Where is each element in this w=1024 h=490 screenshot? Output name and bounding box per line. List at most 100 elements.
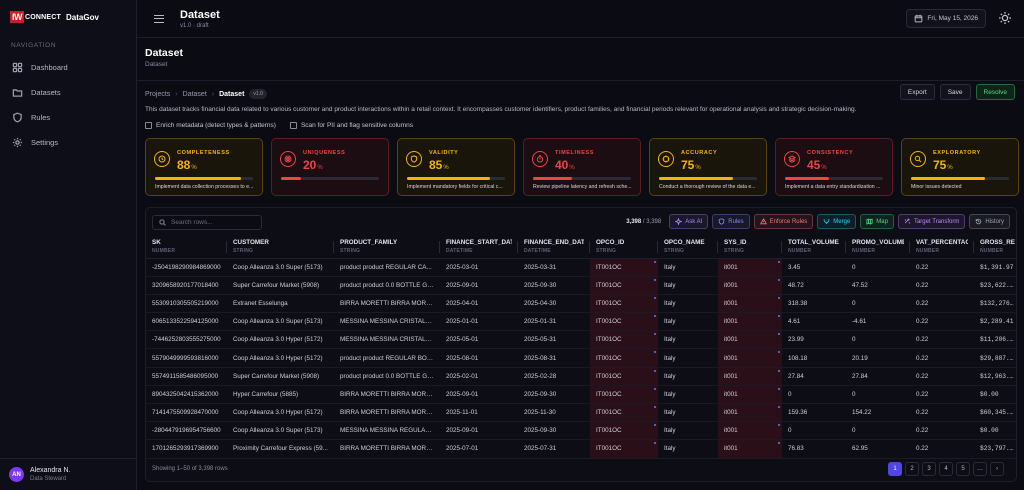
table-cell[interactable]: 159.36 [782,403,846,423]
table-cell[interactable]: Extranet Esselunga [227,294,334,314]
table-cell[interactable]: MESSINA MESSINA REGULAR B... [334,421,440,441]
table-cell[interactable]: 2025-04-30 [518,294,590,314]
page-button[interactable]: 2 [905,462,919,476]
table-cell[interactable]: 0 [846,385,910,405]
column-header-opco-id[interactable]: OPCO_ID STRING [590,236,658,259]
table-cell[interactable]: Italy [658,439,718,459]
table-cell[interactable]: 0.22 [910,276,974,295]
table-cell[interactable]: Italy [658,330,718,350]
table-cell[interactable]: product product 0.0 BOTTLE GI... [334,276,440,295]
target-transform-button[interactable]: Target Transform [897,214,966,229]
table-cell[interactable]: IT001OC [590,312,658,332]
table-cell[interactable]: Italy [658,367,718,386]
table-cell[interactable]: 1701265293917369900 [146,439,227,459]
table-cell[interactable]: 318.38 [782,294,846,314]
table-cell[interactable]: Italy [658,294,718,314]
table-cell[interactable]: 2025-07-01 [440,439,518,459]
table-cell[interactable]: 0 [782,385,846,405]
table-row[interactable]: -7446252803555275000 Coop Alleanza 3.0 Hy… [146,330,1016,350]
enforce-rules-button[interactable]: Enforce Rules [753,214,814,229]
table-cell[interactable]: 108.18 [782,348,846,368]
table-row[interactable]: -2804479196954756600 Coop Alleanza 3.0 Su… [146,421,1016,441]
table-cell[interactable]: $132,276.2 [974,294,1016,314]
table-cell[interactable]: 0 [846,294,910,314]
table-cell[interactable]: Italy [658,276,718,295]
table-cell[interactable]: IT001OC [590,367,658,386]
table-row[interactable]: 3209658920177018400 Super Carrefour Marke… [146,276,1016,295]
table-cell[interactable]: product product 0.0 BOTTLE GI... [334,367,440,386]
table-row[interactable]: 5579049999593816000 Coop Alleanza 3.0 Hyp… [146,348,1016,368]
table-cell[interactable]: 2025-11-01 [440,403,518,423]
table-cell[interactable]: MESSINA MESSINA CRISTALLI ... [334,330,440,350]
table-cell[interactable]: Super Carrefour Market (5908) [227,276,334,295]
table-cell[interactable]: $29,887.43 [974,348,1016,368]
table-cell[interactable]: Proximity Carrefour Express (59... [227,439,334,459]
table-cell[interactable]: 2025-11-30 [518,403,590,423]
brand[interactable]: IW CONNECT DataGov [0,0,136,34]
table-cell[interactable]: Italy [658,403,718,423]
save-button[interactable]: Save [939,84,971,100]
table-cell[interactable]: 62.95 [846,439,910,459]
table-cell[interactable]: 2025-09-01 [440,276,518,295]
table-cell[interactable]: 2025-03-31 [518,258,590,277]
table-cell[interactable]: IT001OC [590,258,658,277]
table-cell[interactable]: IT001OC [590,421,658,441]
table-cell[interactable]: IT001OC [590,403,658,423]
column-header-finance-end-date[interactable]: FINANCE_END_DATE DATETIME [518,236,590,259]
column-header-total-volume[interactable]: TOTAL_VOLUME NUMBER [782,236,846,259]
metric-card-accuracy[interactable]: ACCURACY 75% Conduct a thorough review of … [649,138,767,196]
table-cell[interactable]: IT001OC [590,276,658,295]
table-cell[interactable]: 0.22 [910,312,974,332]
next-page-button[interactable]: › [990,462,1004,476]
table-cell[interactable]: $11,206.23 [974,330,1016,350]
column-header-finance-start-date[interactable]: FINANCE_START_DATE DATETIME [440,236,518,259]
table-cell[interactable]: it001 [718,348,782,368]
table-cell[interactable]: product product REGULAR CA... [334,258,440,277]
table-cell[interactable]: 27.84 [782,367,846,386]
table-cell[interactable]: 2025-05-31 [518,330,590,350]
metric-card-consistency[interactable]: CONSISTENCY 45% Implement a data entry sta… [775,138,893,196]
table-cell[interactable]: 154.22 [846,403,910,423]
theme-toggle[interactable] [998,11,1012,25]
column-header-sk[interactable]: SK NUMBER [146,236,227,259]
table-cell[interactable]: $23,797.95 [974,439,1016,459]
enrich-metadata-option[interactable]: Enrich metadata (detect types & patterns… [145,122,276,129]
table-cell[interactable]: it001 [718,294,782,314]
table-cell[interactable]: 0.22 [910,403,974,423]
ask-ai-button[interactable]: Ask AI [669,214,709,229]
table-cell[interactable]: Super Carrefour Market (5908) [227,367,334,386]
column-header-product-family[interactable]: PRODUCT_FAMILY STRING [334,236,440,259]
table-cell[interactable]: 6065133522594125000 [146,312,227,332]
table-cell[interactable]: 0 [846,421,910,441]
table-cell[interactable]: 0.22 [910,439,974,459]
table-cell[interactable]: $2,289.41 [974,312,1016,332]
table-cell[interactable]: it001 [718,439,782,459]
menu-icon[interactable] [154,14,164,23]
metric-card-completeness[interactable]: COMPLETENESS 88% Implement data collection… [145,138,263,196]
table-cell[interactable]: MESSINA MESSINA CRISTALLI ... [334,312,440,332]
table-cell[interactable]: -4.61 [846,312,910,332]
table-cell[interactable]: IT001OC [590,330,658,350]
resolve-button[interactable]: Resolve [975,84,1015,100]
table-row[interactable]: 8904325042415362000 Hyper Carrefour (5885… [146,385,1016,405]
table-cell[interactable]: 0.22 [910,294,974,314]
table-cell[interactable]: 2025-09-01 [440,385,518,405]
table-cell[interactable]: 0 [846,258,910,277]
scan-pii-option[interactable]: Scan for PII and flag sensitive columns [289,122,413,129]
table-cell[interactable]: 0.22 [910,330,974,350]
table-cell[interactable]: 2025-08-31 [518,348,590,368]
table-cell[interactable]: 0 [782,421,846,441]
export-button[interactable]: Export [899,84,935,100]
table-cell[interactable]: Coop Alleanza 3.0 Hyper (5172) [227,403,334,423]
table-cell[interactable]: Coop Alleanza 3.0 Super (5173) [227,312,334,332]
table-cell[interactable]: 2025-03-01 [440,258,518,277]
table-cell[interactable]: Coop Alleanza 3.0 Super (5173) [227,421,334,441]
column-header-promo-volume[interactable]: PROMO_VOLUME NUMBER [846,236,910,259]
breadcrumb-projects[interactable]: Projects [145,91,170,98]
table-cell[interactable]: 2025-05-01 [440,330,518,350]
table-cell[interactable]: 0.22 [910,385,974,405]
table-cell[interactable]: it001 [718,421,782,441]
table-cell[interactable]: Coop Alleanza 3.0 Super (5173) [227,258,334,277]
table-cell[interactable]: BIRRA MORETTI BIRRA MORETT... [334,385,440,405]
table-cell[interactable]: $0.00 [974,421,1016,441]
